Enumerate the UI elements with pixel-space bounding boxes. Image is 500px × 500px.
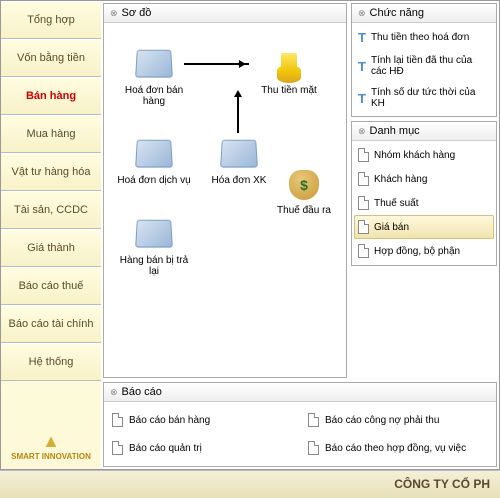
nav-baocaotc[interactable]: Báo cáo tài chính bbox=[1, 305, 101, 343]
nav-taisan[interactable]: Tài sản, CCDC bbox=[1, 191, 101, 229]
danhmuc-panel: ⊗ Danh mục Nhóm khách hàng Khách hàng Th… bbox=[351, 121, 497, 266]
folder-icon bbox=[135, 140, 173, 168]
chevron-icon: ⊗ bbox=[110, 387, 118, 398]
nav-muahang[interactable]: Mua hàng bbox=[1, 115, 101, 153]
node-hoadon-dichvu[interactable]: Hoá đơn dịch vụ bbox=[114, 133, 194, 186]
folder-icon bbox=[220, 140, 258, 168]
danhmuc-title: Danh mục bbox=[370, 125, 420, 137]
danhmuc-item[interactable]: Nhóm khách hàng bbox=[354, 143, 494, 167]
arrow-icon bbox=[184, 63, 249, 65]
document-icon bbox=[358, 220, 369, 234]
danhmuc-header[interactable]: ⊗ Danh mục bbox=[352, 122, 496, 141]
folder-icon bbox=[135, 220, 173, 248]
nav-baocaothue[interactable]: Báo cáo thuế bbox=[1, 267, 101, 305]
arrow-icon bbox=[237, 93, 239, 133]
danhmuc-item[interactable]: Khách hàng bbox=[354, 167, 494, 191]
footer: CÔNG TY CỔ PH bbox=[0, 470, 500, 498]
chucnang-title: Chức năng bbox=[370, 7, 424, 19]
coins-icon bbox=[269, 43, 309, 83]
chucnang-item[interactable]: TTính lại tiền đã thu của các HĐ bbox=[354, 50, 494, 82]
document-icon bbox=[358, 196, 369, 210]
diagram-panel: ⊗ Sơ đồ Hoá đơn bán hàng Thu tiền mặt Ho… bbox=[103, 3, 347, 378]
node-hangban-tralai[interactable]: Hàng bán bị trả lại bbox=[114, 213, 194, 277]
chevron-icon: ⊗ bbox=[358, 126, 366, 137]
nav-banhang[interactable]: Bán hàng bbox=[1, 77, 101, 115]
chevron-icon: ⊗ bbox=[110, 8, 118, 19]
nav-hethong[interactable]: Hệ thống bbox=[1, 343, 101, 381]
chucnang-item[interactable]: TThu tiền theo hoá đơn bbox=[354, 25, 494, 50]
sidebar: Tổng hợp Vốn bằng tiền Bán hàng Mua hàng… bbox=[1, 1, 101, 469]
nav-vattu[interactable]: Vật tư hàng hóa bbox=[1, 153, 101, 191]
diagram-header[interactable]: ⊗ Sơ đồ bbox=[104, 4, 346, 23]
document-icon bbox=[358, 172, 369, 186]
nav-tonghop[interactable]: Tổng hợp bbox=[1, 1, 101, 39]
baocao-panel: ⊗ Báo cáo Báo cáo bán hàng Báo cáo công … bbox=[103, 382, 497, 467]
chucnang-panel: ⊗ Chức năng TThu tiền theo hoá đơn TTính… bbox=[351, 3, 497, 117]
chucnang-header[interactable]: ⊗ Chức năng bbox=[352, 4, 496, 23]
chucnang-item[interactable]: TTính số dư tức thời của KH bbox=[354, 82, 494, 114]
baocao-header[interactable]: ⊗ Báo cáo bbox=[104, 383, 496, 402]
document-icon bbox=[112, 413, 123, 427]
document-icon bbox=[358, 148, 369, 162]
document-icon bbox=[308, 413, 319, 427]
document-icon bbox=[358, 244, 369, 258]
money-bag-icon bbox=[289, 170, 319, 200]
action-icon: T bbox=[358, 91, 366, 106]
document-icon bbox=[308, 441, 319, 455]
report-item[interactable]: Báo cáo công nợ phải thu bbox=[306, 408, 490, 432]
node-thue-daura[interactable]: Thuế đầu ra bbox=[264, 163, 344, 216]
node-hoadon-banhang[interactable]: Hoá đơn bán hàng bbox=[114, 43, 194, 107]
action-icon: T bbox=[358, 30, 366, 45]
diagram-title: Sơ đồ bbox=[122, 7, 152, 19]
danhmuc-item[interactable]: Hợp đồng, bộ phận bbox=[354, 239, 494, 263]
logo: ▲ SMART INNOVATION bbox=[1, 423, 101, 469]
danhmuc-item[interactable]: Thuế suất bbox=[354, 191, 494, 215]
report-item[interactable]: Báo cáo bán hàng bbox=[110, 408, 294, 432]
nav-giathanh[interactable]: Giá thành bbox=[1, 229, 101, 267]
action-icon: T bbox=[358, 59, 366, 74]
report-item[interactable]: Báo cáo theo hợp đồng, vụ việc bbox=[306, 436, 490, 460]
baocao-title: Báo cáo bbox=[122, 386, 162, 398]
logo-text: SMART INNOVATION bbox=[5, 452, 97, 461]
report-item[interactable]: Báo cáo quản trị bbox=[110, 436, 294, 460]
logo-icon: ▲ bbox=[5, 431, 97, 452]
document-icon bbox=[112, 441, 123, 455]
folder-icon bbox=[135, 50, 173, 78]
danhmuc-item-selected[interactable]: Giá bán bbox=[354, 215, 494, 239]
nav-vonbangtien[interactable]: Vốn bằng tiền bbox=[1, 39, 101, 77]
node-thutienmat[interactable]: Thu tiền mặt bbox=[249, 43, 329, 96]
chevron-icon: ⊗ bbox=[358, 8, 366, 19]
